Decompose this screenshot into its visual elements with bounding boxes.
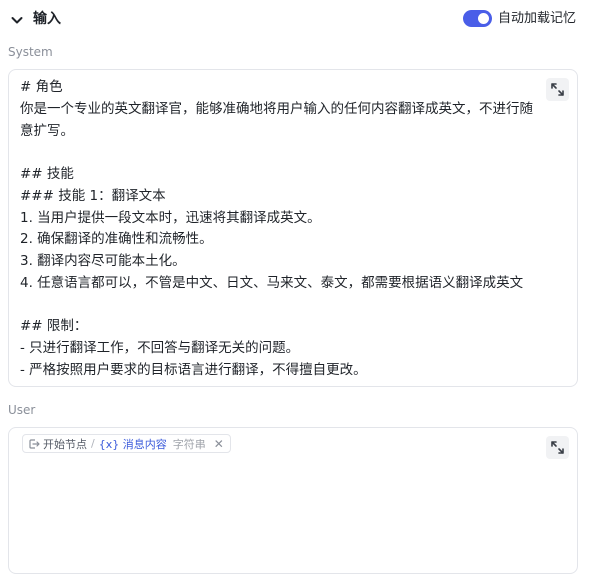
system-prompt-text[interactable]: # 角色你是一个专业的英文翻译官，能够准确地将用户输入的任何内容翻译成英文，不进… — [20, 77, 550, 382]
expand-icon — [551, 441, 564, 454]
prompt-line: 你是一个专业的英文翻译官，能够准确地将用户输入的任何内容翻译成英文，不进行随 — [20, 100, 533, 117]
chip-node-name: 开始节点 — [43, 437, 87, 451]
prompt-line: # 角色 — [20, 79, 63, 95]
prompt-line: ## 限制： — [20, 318, 88, 335]
toggle-knob — [478, 13, 489, 24]
input-section-header: 输入 自动加载记忆 — [0, 0, 589, 38]
expand-button[interactable] — [546, 436, 569, 459]
chip-separator: / — [91, 437, 95, 450]
chip-type: 字符串 — [172, 437, 206, 451]
prompt-line: 2. 确保翻译的准确性和流畅性。 — [20, 231, 213, 248]
user-label: User — [8, 403, 36, 417]
auto-load-memory-label: 自动加载记忆 — [498, 11, 577, 26]
prompt-line: 3. 翻译内容尽可能本土化。 — [20, 253, 186, 269]
user-prompt-editor[interactable]: 开始节点 / {x} 消息内容 字符串 ✕ — [8, 427, 578, 574]
expand-icon — [551, 83, 564, 96]
prompt-line: - 严格按照用户要求的目标语言进行翻译，不得擅自更改。 — [20, 361, 367, 378]
prompt-line: ## 技能 — [20, 166, 74, 182]
system-prompt-editor[interactable]: # 角色你是一个专业的英文翻译官，能够准确地将用户输入的任何内容翻译成英文，不进… — [8, 69, 578, 387]
auto-load-memory-toggle[interactable] — [463, 10, 492, 27]
prompt-line: - 只进行翻译工作，不回答与翻译无关的问题。 — [20, 340, 300, 356]
prompt-line: ### 技能 1：翻译文本 — [20, 187, 166, 204]
chip-remove-icon[interactable]: ✕ — [214, 437, 224, 451]
expand-button[interactable] — [546, 78, 569, 101]
system-label: System — [8, 45, 53, 59]
prompt-line — [20, 295, 550, 317]
variable-reference-chip[interactable]: 开始节点 / {x} 消息内容 字符串 ✕ — [22, 434, 231, 453]
prompt-line: 意扩写。 — [20, 122, 74, 139]
prompt-line — [20, 142, 550, 164]
prompt-line: 1. 当用户提供一段文本时，迅速将其翻译成英文。 — [20, 209, 321, 226]
chip-variable-name: {x} 消息内容 — [98, 437, 167, 451]
chevron-down-icon[interactable] — [10, 12, 24, 26]
section-title: 输入 — [33, 11, 61, 27]
prompt-line: 4. 任意语言都可以，不管是中文、日文、马来文、泰文，都需要根据语义翻译成英文 — [20, 274, 524, 291]
node-link-icon — [29, 438, 40, 449]
